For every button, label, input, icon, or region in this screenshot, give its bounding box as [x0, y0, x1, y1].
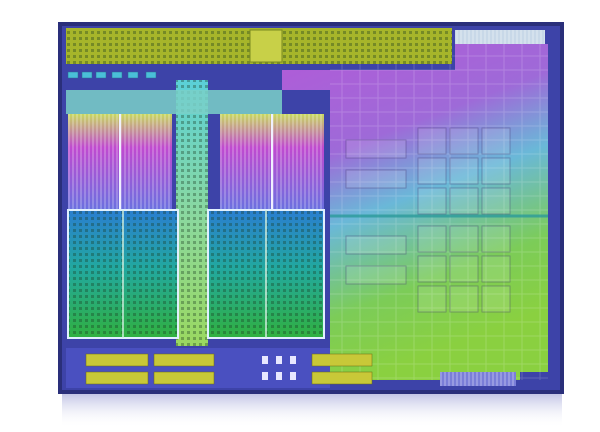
bottom-right-io-texture [440, 372, 516, 386]
central-spine-texture [176, 80, 208, 346]
die-shot-image [58, 22, 564, 428]
spine-bridge [66, 90, 282, 114]
top-io-center-block [249, 29, 283, 63]
upper-right-pattern [455, 30, 545, 44]
die-reflection [62, 392, 562, 428]
